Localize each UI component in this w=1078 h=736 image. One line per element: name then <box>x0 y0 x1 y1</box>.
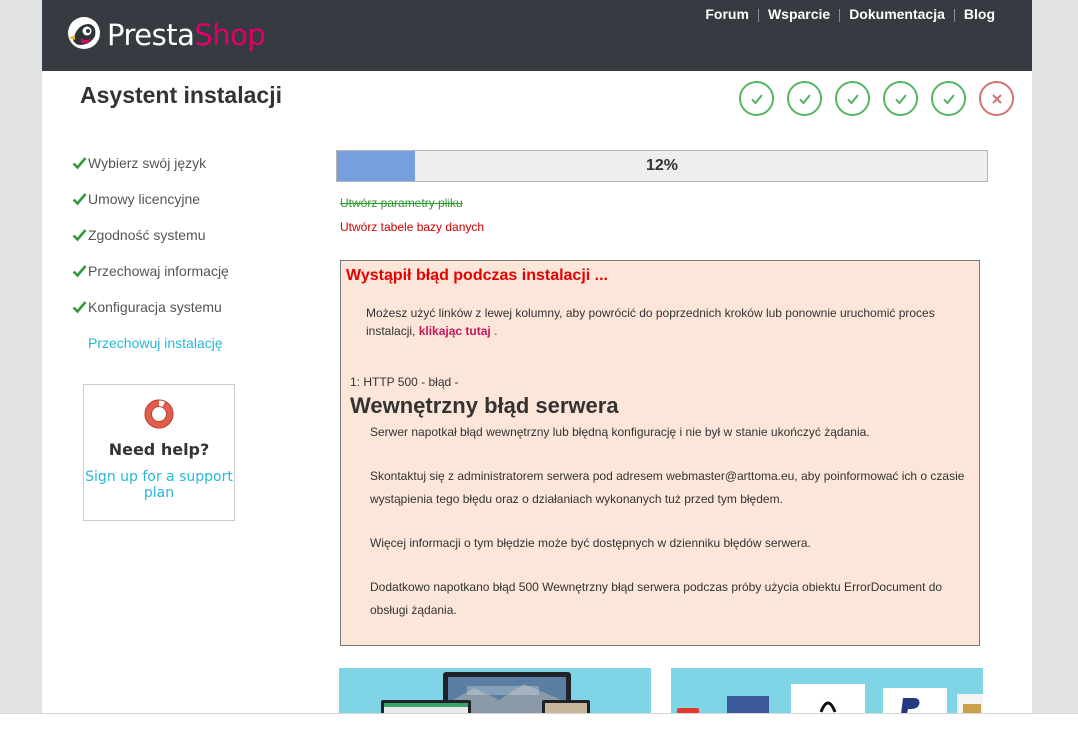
nav-support-link[interactable]: Wsparcie <box>759 6 839 22</box>
step-4-done-indicator <box>883 81 918 116</box>
page-background-left <box>0 0 42 713</box>
sidebar-item-system-config[interactable]: Konfiguracja systemu <box>72 289 229 325</box>
top-nav: Forum Wsparcie Dokumentacja Blog <box>696 6 1004 22</box>
lifebuoy-icon <box>84 399 234 434</box>
task-completed: Utwórz parametry pliku <box>340 196 463 210</box>
checkmark-icon <box>72 157 87 170</box>
task-failed: Utwórz tabele bazy danych <box>340 220 485 234</box>
help-box: Need help? Sign up for a support plan <box>83 384 235 521</box>
retry-installation-link[interactable]: klikając tutaj <box>419 324 491 338</box>
devices-mockup-image <box>381 672 590 713</box>
nav-blog-link[interactable]: Blog <box>955 6 1004 22</box>
close-icon <box>991 93 1002 104</box>
sidebar-item-license[interactable]: Umowy licencyjne <box>72 181 229 217</box>
bottom-divider <box>0 713 1078 714</box>
checkmark-icon <box>750 93 763 104</box>
promo-banner-themes[interactable] <box>339 668 651 713</box>
error-paragraph: Dodatkowo napotkano błąd 500 Wewnętrzny … <box>370 580 943 617</box>
nav-documentation-link[interactable]: Dokumentacja <box>840 6 954 22</box>
step-3-done-indicator <box>835 81 870 116</box>
checkmark-icon <box>72 229 87 242</box>
checkmark-icon <box>72 265 87 278</box>
step-2-done-indicator <box>787 81 822 116</box>
module-logos-image <box>677 684 983 713</box>
checkmark-icon <box>894 93 907 104</box>
sidebar-item-label: Konfiguracja systemu <box>88 299 222 315</box>
support-plan-link[interactable]: Sign up for a support plan <box>84 469 234 501</box>
install-progress-bar: 12% <box>336 150 988 182</box>
sidebar-item-label: Wybierz swój język <box>88 155 207 171</box>
error-message-box: Wystąpił błąd podczas instalacji ... Moż… <box>340 260 980 646</box>
sidebar-item-store-info[interactable]: Przechowaj informację <box>72 253 229 289</box>
checkmark-icon <box>72 301 87 314</box>
error-code: 1: HTTP 500 - błąd - <box>350 375 459 389</box>
sidebar-item-compatibility[interactable]: Zgodność systemu <box>72 217 229 253</box>
step-indicator <box>739 81 1014 116</box>
sidebar-item-label: Przechowaj informację <box>88 263 229 279</box>
checkmark-icon <box>72 193 87 206</box>
sidebar-item-language[interactable]: Wybierz swój język <box>72 145 229 181</box>
checkmark-icon <box>846 93 859 104</box>
error-details: Serwer napotkał błąd wewnętrzny lub błęd… <box>370 421 976 643</box>
help-title: Need help? <box>108 440 210 459</box>
step-1-done-indicator <box>739 81 774 116</box>
checkmark-icon <box>942 93 955 104</box>
error-paragraph: Serwer napotkał błąd wewnętrzny lub błęd… <box>370 425 870 439</box>
error-title: Wystąpił błąd podczas instalacji ... <box>346 267 608 284</box>
checkmark-icon <box>798 93 811 104</box>
install-steps-sidebar: Wybierz swój język Umowy licencyjne Zgod… <box>72 145 229 361</box>
top-header: PrestaShop Forum Wsparcie Dokumentacja B… <box>42 0 1032 71</box>
sidebar-item-label: Umowy licencyjne <box>88 191 201 207</box>
error-heading: Wewnętrzny błąd serwera <box>350 393 619 418</box>
error-paragraph: Więcej informacji o tym błędzie może być… <box>370 536 811 550</box>
page-title: Asystent instalacji <box>80 82 282 108</box>
prestashop-logo[interactable]: PrestaShop <box>67 16 266 55</box>
sidebar-item-label: Zgodność systemu <box>88 227 206 243</box>
error-instructions: Możesz użyć linków z lewej kolumny, aby … <box>366 306 935 338</box>
puffin-logo-icon <box>67 16 101 55</box>
sidebar-item-installation[interactable]: Przechowuj instalację <box>72 325 229 361</box>
nav-forum-link[interactable]: Forum <box>696 6 758 22</box>
brand-name: PrestaShop <box>107 18 266 52</box>
page-background-right <box>1032 0 1078 713</box>
error-paragraph: Skontaktuj się z administratorem serwera… <box>370 469 965 506</box>
progress-percentage: 12% <box>645 157 679 174</box>
step-5-done-indicator <box>931 81 966 116</box>
promo-banner-modules[interactable] <box>671 668 983 713</box>
step-6-error-indicator <box>979 81 1014 116</box>
